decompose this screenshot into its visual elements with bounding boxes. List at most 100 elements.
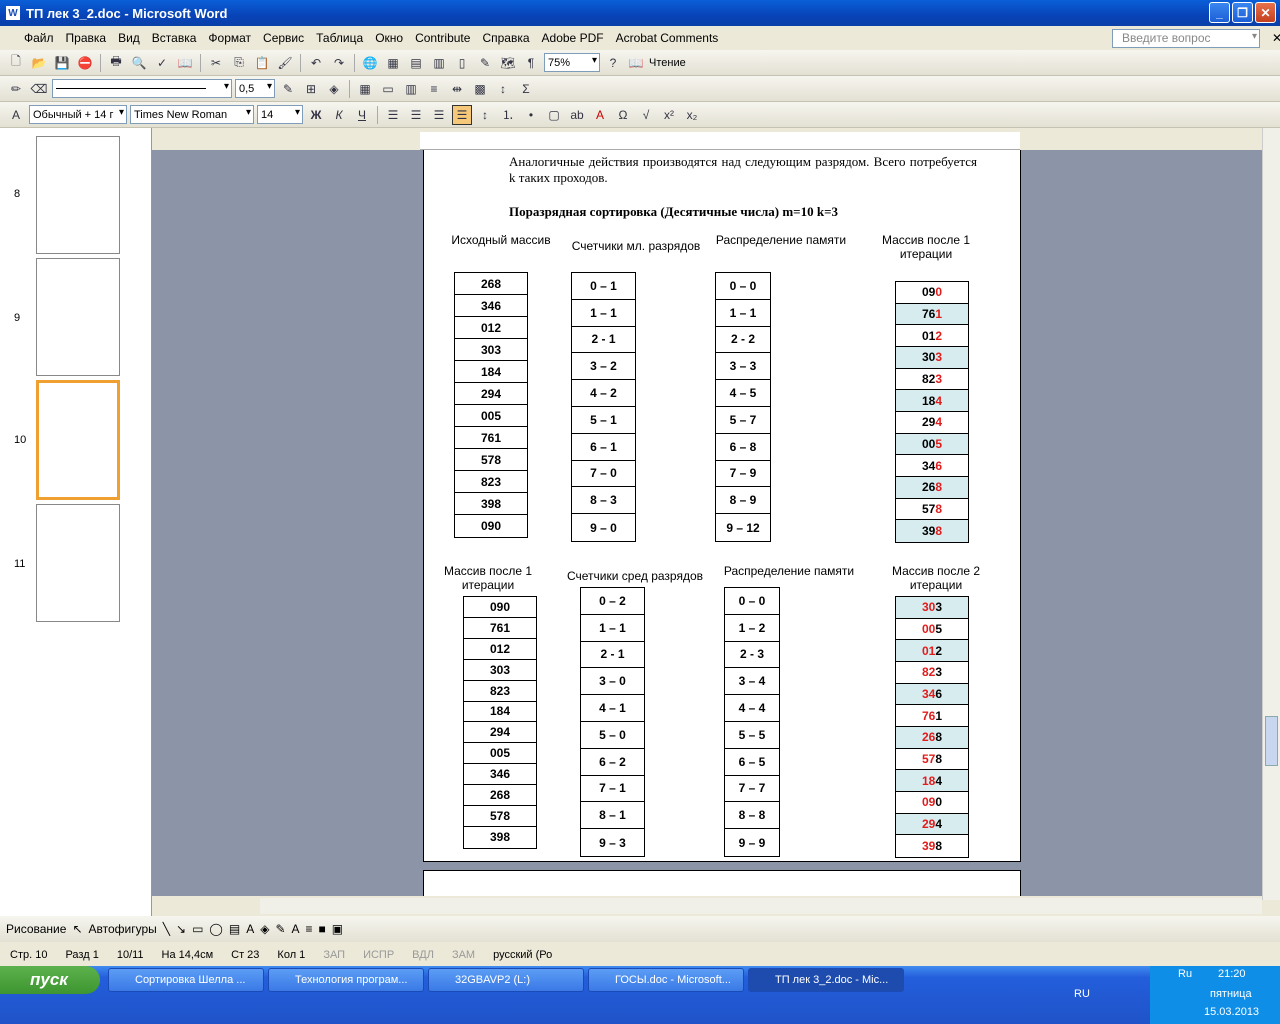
line-color-icon[interactable]: ✎ bbox=[275, 922, 285, 936]
select-objects-icon[interactable]: ↖ bbox=[72, 922, 82, 936]
autoshapes-menu[interactable]: Автофигуры bbox=[89, 922, 157, 936]
eraser-icon[interactable]: ⌫ bbox=[29, 79, 49, 99]
help-search-input[interactable]: Введите вопрос bbox=[1112, 28, 1260, 48]
size-select[interactable]: 14 bbox=[257, 105, 303, 124]
subscript-icon[interactable]: x₂ bbox=[682, 105, 702, 125]
start-button[interactable]: пуск bbox=[0, 966, 100, 994]
line-style-icon[interactable]: ≡ bbox=[306, 922, 313, 936]
redo-icon[interactable]: ↷ bbox=[329, 53, 349, 73]
italic-icon[interactable]: К bbox=[329, 105, 349, 125]
docmap-icon[interactable]: 🗺 bbox=[498, 53, 518, 73]
close-button[interactable]: ✕ bbox=[1255, 2, 1276, 23]
menu-window[interactable]: Окно bbox=[369, 31, 409, 45]
close-doc-icon[interactable]: ✕ bbox=[1266, 31, 1280, 45]
align-icon[interactable]: ≡ bbox=[424, 79, 444, 99]
menu-adobe-pdf[interactable]: Adobe PDF bbox=[536, 31, 610, 45]
task-item[interactable]: 32GBAVP2 (L:) bbox=[428, 968, 584, 992]
thumbnail-page-11[interactable] bbox=[36, 504, 120, 622]
distribute-icon[interactable]: ⇹ bbox=[447, 79, 467, 99]
bullets-icon[interactable]: • bbox=[521, 105, 541, 125]
help-icon[interactable]: ? bbox=[603, 53, 623, 73]
hyperlink-icon[interactable]: 🌐 bbox=[360, 53, 380, 73]
status-rec[interactable]: ЗАП bbox=[323, 949, 345, 961]
horizontal-scrollbar[interactable] bbox=[260, 898, 1262, 914]
copy-icon[interactable]: ⎘ bbox=[229, 53, 249, 73]
cut-icon[interactable]: ✂ bbox=[206, 53, 226, 73]
draw-table-icon[interactable]: ✏ bbox=[6, 79, 26, 99]
task-item[interactable]: ГОСЫ.doc - Microsoft... bbox=[588, 968, 744, 992]
font-color2-icon[interactable]: A bbox=[292, 922, 300, 936]
thumbnail-page-10[interactable] bbox=[36, 380, 120, 500]
arrow-icon[interactable]: ↘ bbox=[176, 922, 186, 936]
oval-icon[interactable]: ◯ bbox=[209, 922, 222, 936]
minimize-button[interactable]: _ bbox=[1209, 2, 1230, 23]
vertical-scrollbar[interactable] bbox=[1262, 128, 1280, 900]
menu-insert[interactable]: Вставка bbox=[146, 31, 203, 45]
highlight-icon[interactable]: ab bbox=[567, 105, 587, 125]
task-item-active[interactable]: ТП лек 3_2.doc - Mic... bbox=[748, 968, 904, 992]
status-ovr[interactable]: ЗАМ bbox=[452, 949, 475, 961]
draw-menu[interactable]: Рисование bbox=[6, 922, 66, 936]
columns-icon[interactable]: ▯ bbox=[452, 53, 472, 73]
menu-view[interactable]: Вид bbox=[112, 31, 146, 45]
split-icon[interactable]: ▥ bbox=[401, 79, 421, 99]
wordart-icon[interactable]: A bbox=[246, 922, 254, 936]
research-icon[interactable]: 📖 bbox=[175, 53, 195, 73]
autosum-icon[interactable]: Σ bbox=[516, 79, 536, 99]
print-icon[interactable]: 🖶 bbox=[106, 53, 126, 73]
styles-icon[interactable]: A bbox=[6, 105, 26, 125]
line-weight-select[interactable]: 0,5 bbox=[235, 79, 275, 98]
input-language[interactable]: RU bbox=[1074, 988, 1090, 1000]
task-item[interactable]: Сортировка Шелла ... bbox=[108, 968, 264, 992]
format-painter-icon[interactable]: 🖌 bbox=[275, 53, 295, 73]
font-color-icon[interactable]: A bbox=[590, 105, 610, 125]
symbol-icon[interactable]: Ω bbox=[613, 105, 633, 125]
justify-icon[interactable]: ☰ bbox=[452, 104, 472, 125]
status-trk[interactable]: ИСПР bbox=[363, 949, 394, 961]
align-left-icon[interactable]: ☰ bbox=[383, 105, 403, 125]
menu-help[interactable]: Справка bbox=[476, 31, 535, 45]
merge-icon[interactable]: ▭ bbox=[378, 79, 398, 99]
paste-icon[interactable]: 📋 bbox=[252, 53, 272, 73]
drawing-icon[interactable]: ✎ bbox=[475, 53, 495, 73]
menu-tools[interactable]: Сервис bbox=[257, 31, 310, 45]
clock-time[interactable]: 21:20 bbox=[1218, 968, 1246, 980]
equation-icon[interactable]: √ bbox=[636, 105, 656, 125]
scroll-thumb[interactable] bbox=[1265, 716, 1278, 766]
tray-lang[interactable]: Ru bbox=[1178, 968, 1192, 980]
superscript-icon[interactable]: x² bbox=[659, 105, 679, 125]
insert-table-icon[interactable]: ▤ bbox=[406, 53, 426, 73]
zoom-select[interactable]: 75% bbox=[544, 53, 600, 72]
permission-icon[interactable]: ⛔ bbox=[75, 53, 95, 73]
menu-table[interactable]: Таблица bbox=[310, 31, 369, 45]
align-center-icon[interactable]: ☰ bbox=[406, 105, 426, 125]
shading-icon[interactable]: ◈ bbox=[324, 79, 344, 99]
line-icon[interactable]: ╲ bbox=[163, 922, 170, 936]
save-icon[interactable]: 💾 bbox=[52, 53, 72, 73]
shadow-icon[interactable]: ■ bbox=[319, 922, 326, 936]
font-select[interactable]: Times New Roman bbox=[130, 105, 254, 124]
insert-excel-icon[interactable]: ▥ bbox=[429, 53, 449, 73]
3d-icon[interactable]: ▣ bbox=[332, 922, 343, 936]
preview-icon[interactable]: 🔍 bbox=[129, 53, 149, 73]
underline-icon[interactable]: Ч bbox=[352, 105, 372, 125]
show-hide-icon[interactable]: ¶ bbox=[521, 53, 541, 73]
horizontal-ruler[interactable] bbox=[420, 132, 1020, 150]
undo-icon[interactable]: ↶ bbox=[306, 53, 326, 73]
thumbnail-page-9[interactable] bbox=[36, 258, 120, 376]
read-icon[interactable]: 📖 bbox=[626, 53, 646, 73]
restore-button[interactable]: ❐ bbox=[1232, 2, 1253, 23]
menu-edit[interactable]: Правка bbox=[60, 31, 113, 45]
read-button[interactable]: Чтение bbox=[649, 57, 686, 69]
align-right-icon[interactable]: ☰ bbox=[429, 105, 449, 125]
rectangle-icon[interactable]: ▭ bbox=[192, 922, 203, 936]
autoformat-icon[interactable]: ▩ bbox=[470, 79, 490, 99]
sort-icon[interactable]: ↕ bbox=[493, 79, 513, 99]
menu-contribute[interactable]: Contribute bbox=[409, 31, 476, 45]
task-item[interactable]: Технология програм... bbox=[268, 968, 424, 992]
open-icon[interactable]: 📂 bbox=[29, 53, 49, 73]
menu-file[interactable]: Файл bbox=[18, 31, 60, 45]
fill-color-icon[interactable]: ◈ bbox=[260, 922, 269, 936]
status-ext[interactable]: ВДЛ bbox=[412, 949, 434, 961]
menu-format[interactable]: Формат bbox=[202, 31, 257, 45]
